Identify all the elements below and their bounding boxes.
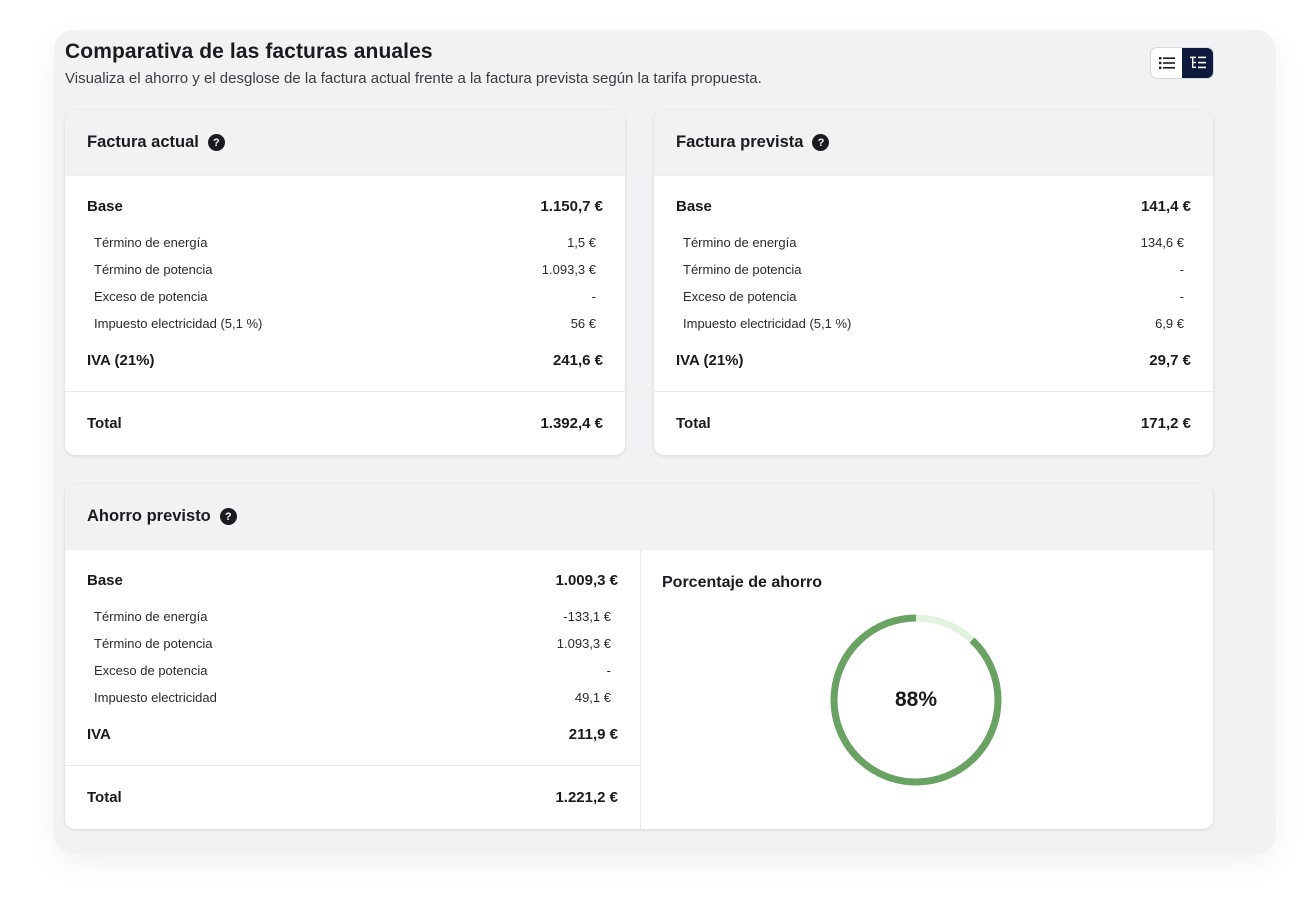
base-row: Base 1.150,7 € — [87, 198, 603, 215]
line-item-row: Exceso de potencia - — [683, 289, 1184, 304]
line-item-value: - — [591, 289, 596, 304]
total-value: 1.221,2 € — [555, 789, 618, 806]
iva-value: 211,9 € — [568, 726, 618, 743]
line-item-row: Término de potencia 1.093,3 € — [94, 636, 611, 651]
base-value: 1.150,7 € — [540, 198, 603, 215]
base-label: Base — [87, 572, 123, 589]
base-label: Base — [87, 198, 123, 215]
line-item-row: Término de energía -133,1 € — [94, 609, 611, 624]
line-item-label: Término de energía — [683, 235, 797, 250]
line-item-row: Impuesto electricidad (5,1 %) 6,9 € — [683, 316, 1184, 331]
base-value: 141,4 € — [1140, 198, 1191, 215]
card-title: Ahorro previsto — [87, 507, 211, 525]
help-icon[interactable]: ? — [207, 134, 225, 151]
base-label: Base — [676, 198, 712, 215]
line-item-row: Término de energía 1,5 € — [94, 235, 596, 250]
iva-label: IVA — [87, 726, 111, 743]
line-item-value: -133,1 € — [563, 609, 611, 624]
percentage-label: 88% — [894, 688, 938, 711]
divider — [65, 765, 640, 766]
line-item-value: 56 € — [570, 316, 596, 331]
line-item-label: Término de energía — [94, 235, 208, 250]
total-label: Total — [87, 789, 122, 806]
iva-row: IVA (21%) 29,7 € — [676, 352, 1191, 369]
line-item-row: Exceso de potencia - — [94, 289, 596, 304]
line-item-label: Término de potencia — [94, 636, 213, 651]
line-item-row: Término de potencia - — [683, 262, 1184, 277]
list-view-button[interactable] — [1151, 48, 1182, 78]
card-title: Factura prevista — [676, 133, 804, 151]
line-item-value: - — [606, 663, 611, 678]
total-label: Total — [676, 415, 711, 432]
list-icon — [1158, 57, 1175, 69]
tree-list-icon — [1189, 56, 1206, 69]
comparison-panel: Comparativa de las facturas anuales Visu… — [54, 30, 1276, 854]
base-value: 1.009,3 € — [555, 572, 618, 589]
iva-label: IVA (21%) — [87, 352, 155, 369]
help-icon[interactable]: ? — [812, 134, 830, 151]
line-item-value: 1,5 € — [567, 235, 596, 250]
total-value: 1.392,4 € — [540, 415, 603, 432]
percentage-title: Porcentaje de ahorro — [662, 574, 823, 591]
total-row: Total 1.392,4 € — [87, 415, 603, 432]
line-item-label: Término de potencia — [683, 262, 802, 277]
page-title: Comparativa de las facturas anuales — [65, 40, 433, 63]
line-item-value: - — [1179, 262, 1184, 277]
line-item-row: Impuesto electricidad 49,1 € — [94, 690, 611, 705]
view-toggle — [1150, 47, 1214, 79]
total-value: 171,2 € — [1140, 415, 1191, 432]
divider — [65, 391, 625, 392]
total-label: Total — [87, 415, 122, 432]
total-row: Total 1.221,2 € — [87, 789, 618, 806]
iva-value: 241,6 € — [552, 352, 603, 369]
line-item-label: Exceso de potencia — [683, 289, 797, 304]
line-item-row: Exceso de potencia - — [94, 663, 611, 678]
divider — [654, 391, 1213, 392]
line-item-row: Impuesto electricidad (5,1 %) 56 € — [94, 316, 596, 331]
ahorro-previsto-header: Ahorro previsto ? — [65, 484, 1213, 550]
line-item-value: 49,1 € — [574, 690, 611, 705]
line-item-value: 1.093,3 € — [556, 636, 611, 651]
factura-actual-card: Factura actual ? Base 1.150,7 € Término … — [65, 110, 625, 455]
line-item-label: Impuesto electricidad (5,1 %) — [683, 316, 852, 331]
line-item-label: Término de energía — [94, 609, 208, 624]
factura-actual-header: Factura actual ? — [65, 110, 625, 176]
line-item-label: Exceso de potencia — [94, 663, 208, 678]
line-item-value: 1.093,3 € — [541, 262, 596, 277]
tree-view-button[interactable] — [1182, 48, 1213, 78]
card-title: Factura actual — [87, 133, 199, 151]
line-item-label: Término de potencia — [94, 262, 213, 277]
savings-percentage-section: Porcentaje de ahorro 88% — [640, 550, 1213, 829]
line-item-row: Término de potencia 1.093,3 € — [94, 262, 596, 277]
base-row: Base 141,4 € — [676, 198, 1191, 215]
help-icon[interactable]: ? — [219, 508, 237, 525]
line-item-row: Término de energía 134,6 € — [683, 235, 1184, 250]
ahorro-previsto-card: Ahorro previsto ? Base 1.009,3 € Término… — [65, 484, 1213, 829]
iva-value: 29,7 € — [1149, 352, 1191, 369]
line-item-value: - — [1179, 289, 1184, 304]
factura-prevista-header: Factura prevista ? — [654, 110, 1213, 176]
line-item-label: Impuesto electricidad — [94, 690, 217, 705]
iva-row: IVA (21%) 241,6 € — [87, 352, 603, 369]
line-item-value: 134,6 € — [1140, 235, 1184, 250]
line-item-value: 6,9 € — [1155, 316, 1184, 331]
iva-row: IVA 211,9 € — [87, 726, 618, 743]
factura-prevista-card: Factura prevista ? Base 141,4 € Término … — [654, 110, 1213, 455]
line-item-label: Exceso de potencia — [94, 289, 208, 304]
iva-label: IVA (21%) — [676, 352, 744, 369]
total-row: Total 171,2 € — [676, 415, 1191, 432]
page-subtitle: Visualiza el ahorro y el desglose de la … — [65, 70, 762, 87]
base-row: Base 1.009,3 € — [87, 572, 618, 589]
line-item-label: Impuesto electricidad (5,1 %) — [94, 316, 263, 331]
